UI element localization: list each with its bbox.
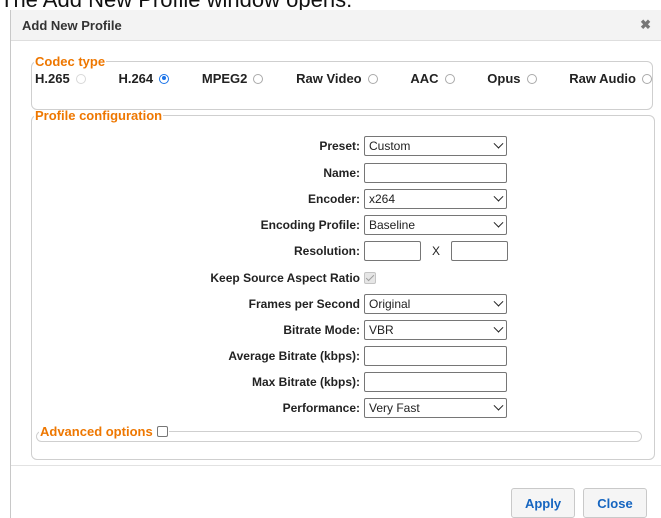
bitrate-mode-value: VBR [369,323,394,337]
dialog-title: Add New Profile [22,17,122,33]
radio-h265 [75,73,86,84]
resolution-width-input[interactable] [364,241,421,261]
codec-option-h264[interactable]: H.264 [118,71,170,86]
apply-button[interactable]: Apply [511,488,575,518]
profile-configuration-group: Profile configuration Preset: Custom Nam… [31,108,655,460]
codec-label: AAC [410,71,439,86]
advanced-options-legend[interactable]: Advanced options [39,424,169,439]
performance-value: Very Fast [369,401,420,415]
codec-option-h265[interactable]: H.265 [35,71,86,86]
avg-bitrate-input[interactable] [364,346,507,366]
encoding-profile-label: Encoding Profile: [260,218,360,232]
name-row: Name: [32,163,654,183]
chevron-down-icon [493,400,504,411]
encoder-row: Encoder: x264 [32,189,654,209]
name-label: Name: [323,166,360,180]
codec-label: Opus [487,71,521,86]
radio-h264[interactable] [159,73,170,84]
performance-row: Performance: Very Fast [32,398,654,418]
encoding-profile-row: Encoding Profile: Baseline [32,215,654,235]
keep-aspect-row: Keep Source Aspect Ratio [32,268,654,288]
name-input[interactable] [364,163,507,183]
footer-divider [11,465,661,466]
performance-label: Performance: [282,401,360,415]
encoding-profile-value: Baseline [369,218,416,232]
codec-option-aac[interactable]: AAC [410,71,455,86]
chevron-down-icon [493,217,504,228]
fps-label: Frames per Second [248,297,360,311]
chevron-down-icon [493,296,504,307]
add-profile-dialog: Add New Profile ✖ Codec type H.265 H.264… [10,10,661,518]
radio-mpeg2[interactable] [253,73,264,84]
codec-option-raw-video[interactable]: Raw Video [296,71,378,86]
radio-aac[interactable] [444,73,455,84]
resolution-height-input[interactable] [451,241,508,261]
chevron-down-icon [493,322,504,333]
resolution-separator: X [431,244,440,258]
codec-label: H.264 [118,71,154,86]
resolution-row: Resolution: X [32,241,654,261]
performance-select[interactable]: Very Fast [364,398,507,418]
codec-option-mpeg2[interactable]: MPEG2 [202,71,264,86]
radio-opus[interactable] [526,73,537,84]
advanced-options-group: Advanced options [36,424,642,442]
codec-option-opus[interactable]: Opus [487,71,537,86]
bitrate-mode-row: Bitrate Mode: VBR [32,320,654,340]
preset-label: Preset: [319,139,360,153]
encoder-value: x264 [369,192,396,206]
codec-type-group: Codec type H.265 H.264 MPEG2 Raw Video A… [31,54,653,110]
preset-row: Preset: Custom [32,136,654,156]
max-bitrate-input[interactable] [364,372,507,392]
resolution-label: Resolution: [294,244,360,258]
max-bitrate-row: Max Bitrate (kbps): [32,372,654,392]
chevron-down-icon [493,191,504,202]
codec-label: MPEG2 [201,71,248,86]
radio-raw-video[interactable] [367,73,378,84]
bitrate-mode-select[interactable]: VBR [364,320,507,340]
profile-configuration-legend: Profile configuration [35,108,163,123]
codec-type-legend: Codec type [35,54,106,69]
fps-row: Frames per Second Original [32,294,654,314]
chevron-down-icon [493,138,504,149]
advanced-options-label: Advanced options [40,424,153,439]
advanced-options-checkbox[interactable] [156,426,168,437]
codec-label: H.265 [35,71,70,86]
avg-bitrate-label: Average Bitrate (kbps): [228,349,360,363]
fps-select[interactable]: Original [364,294,507,314]
radio-raw-audio[interactable] [641,73,652,84]
encoder-label: Encoder: [307,192,360,206]
encoding-profile-select[interactable]: Baseline [364,215,507,235]
encoder-select[interactable]: x264 [364,189,507,209]
codec-label: Raw Audio [569,71,636,86]
bitrate-mode-label: Bitrate Mode: [283,323,360,337]
keep-aspect-label: Keep Source Aspect Ratio [210,271,360,285]
max-bitrate-label: Max Bitrate (kbps): [251,375,360,389]
resolution-fields: X [364,241,508,261]
fps-value: Original [369,297,411,311]
codec-options: H.265 H.264 MPEG2 Raw Video AAC Opus Raw… [32,69,652,86]
avg-bitrate-row: Average Bitrate (kbps): [32,346,654,366]
preset-value: Custom [369,139,411,153]
keep-aspect-checkbox[interactable] [364,272,376,284]
close-icon[interactable]: ✖ [640,17,651,33]
dialog-titlebar: Add New Profile ✖ [11,10,661,41]
close-button[interactable]: Close [583,488,647,518]
codec-option-raw-audio[interactable]: Raw Audio [569,71,652,86]
codec-label: Raw Video [296,71,362,86]
preset-select[interactable]: Custom [364,136,507,156]
